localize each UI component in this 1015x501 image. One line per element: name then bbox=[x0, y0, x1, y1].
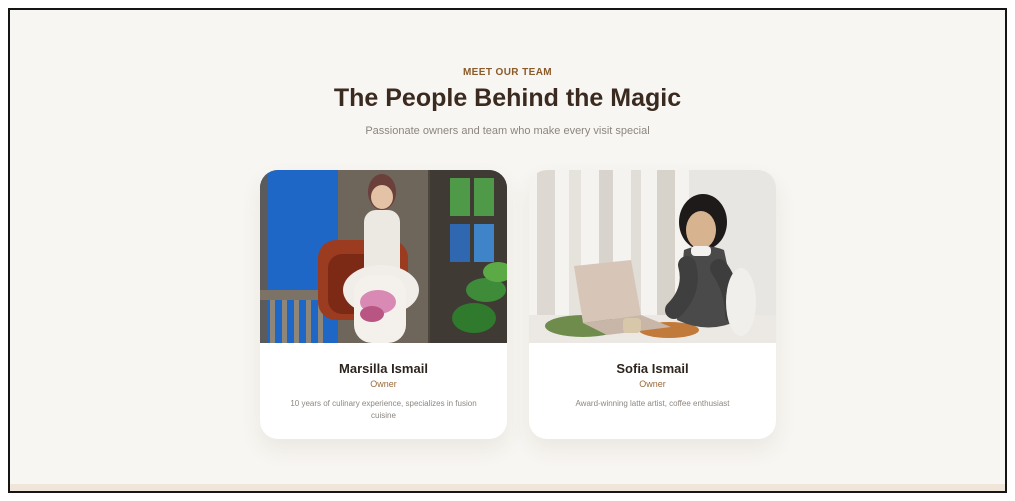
team-member-role: Owner bbox=[370, 379, 397, 389]
page-frame: MEET OUR TEAM The People Behind the Magi… bbox=[8, 8, 1007, 493]
team-photo bbox=[260, 170, 507, 343]
next-section-band bbox=[10, 484, 1005, 491]
team-photo-image bbox=[529, 170, 776, 343]
team-photo-image bbox=[260, 170, 507, 343]
section-eyebrow: MEET OUR TEAM bbox=[462, 67, 553, 78]
team-photo bbox=[529, 170, 776, 343]
team-member-name: Sofia Ismail bbox=[616, 361, 689, 376]
section-subtitle: Passionate owners and team who make ever… bbox=[365, 125, 650, 137]
team-member-description: 10 years of culinary experience, special… bbox=[290, 399, 477, 420]
team-member-role: Owner bbox=[639, 379, 666, 389]
section-title: The People Behind the Magic bbox=[333, 84, 682, 112]
team-member-name: Marsilla Ismail bbox=[339, 361, 428, 376]
team-card: Marsilla Ismail Owner 10 years of culina… bbox=[260, 170, 507, 439]
team-member-description: Award-winning latte artist, coffee enthu… bbox=[575, 399, 730, 408]
team-card: Sofia Ismail Owner Award-winning latte a… bbox=[529, 170, 776, 439]
